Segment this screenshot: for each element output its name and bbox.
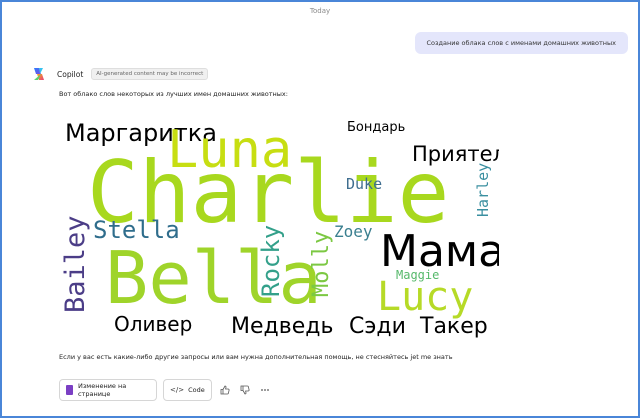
user-message-bubble: Создание облака слов с именами домашних … <box>414 32 628 54</box>
copilot-logo-icon <box>34 68 44 80</box>
code-icon: </> <box>170 386 185 394</box>
word-cloud-image: Маргаритка Luna Бондарь Charlie Приятель… <box>59 109 499 339</box>
more-options-button[interactable] <box>258 383 272 397</box>
word-duke: Duke <box>346 175 382 193</box>
page-icon <box>66 385 73 395</box>
code-button[interactable]: </> Code <box>163 379 212 401</box>
word-sadie: Сэди <box>349 314 406 339</box>
user-message-text: Создание облака слов с именами домашних … <box>426 39 616 47</box>
word-tucker: Такер <box>419 314 488 339</box>
word-oliver: Оливер <box>114 312 192 336</box>
assistant-intro-text: Вот облако слов некоторых из лучших имен… <box>59 90 288 98</box>
more-icon <box>260 389 269 391</box>
word-bondar: Бондарь <box>347 120 405 135</box>
word-molly: Molly <box>309 231 334 297</box>
thumbs-up-button[interactable] <box>218 383 232 397</box>
word-bella: Bella <box>105 236 322 320</box>
thumbs-down-button[interactable] <box>238 383 252 397</box>
chat-panel: Today Создание облака слов с именами дом… <box>2 2 638 416</box>
word-medved: Медведь <box>231 314 333 339</box>
code-label: Code <box>188 386 205 394</box>
edit-in-page-button[interactable]: Изменение на странице <box>59 379 157 401</box>
edit-in-page-label: Изменение на странице <box>77 382 127 398</box>
thumbs-down-icon <box>240 385 250 395</box>
thumbs-up-icon <box>220 385 230 395</box>
word-harley: Harley <box>474 163 492 217</box>
word-priyatel: Приятель <box>412 142 499 166</box>
ai-disclaimer-badge: AI-generated content may be incorrect <box>91 68 209 80</box>
word-rocky: Rocky <box>257 225 285 297</box>
date-separator: Today <box>309 7 331 15</box>
word-zoey: Zoey <box>334 222 373 241</box>
word-cloud-canvas: Маргаритка Luna Бондарь Charlie Приятель… <box>60 119 499 339</box>
message-actions: Изменение на странице </> Code <box>59 379 272 401</box>
assistant-name: Copilot <box>57 69 84 79</box>
assistant-header: Copilot AI-generated content may be inco… <box>31 66 209 82</box>
word-bailey: Bailey <box>60 215 91 313</box>
assistant-followup-text: Если у вас есть какие-либо другие запрос… <box>59 353 453 361</box>
